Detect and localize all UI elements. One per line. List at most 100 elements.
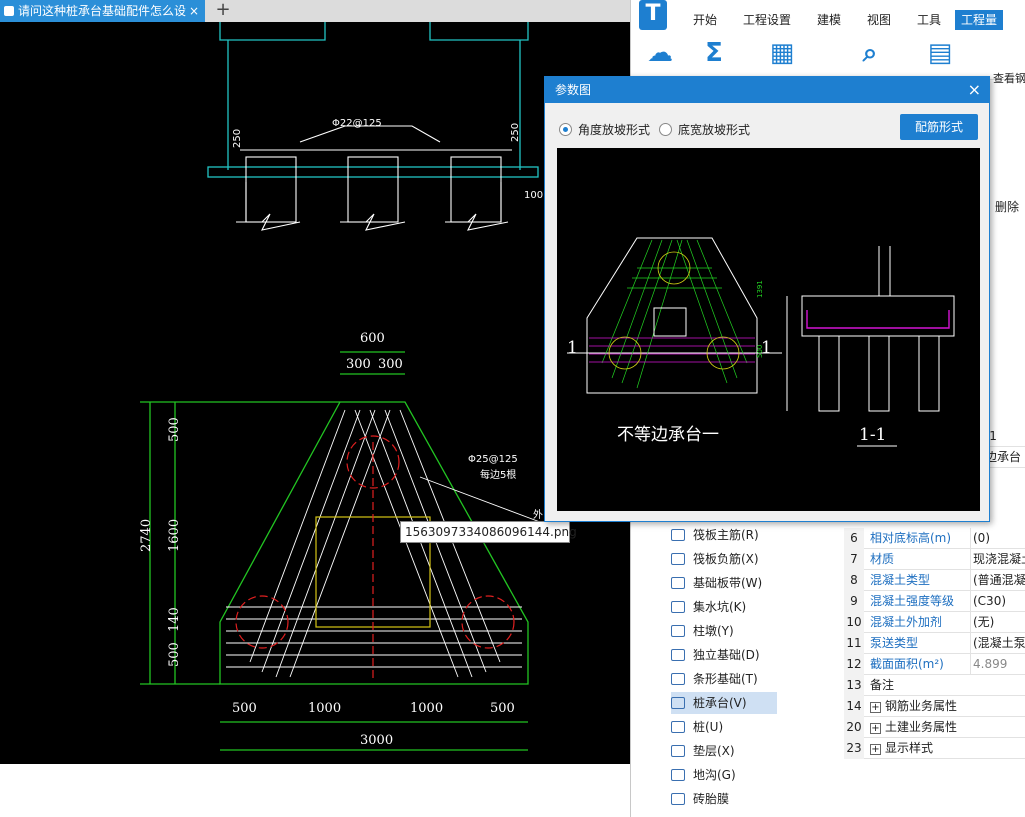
radio-width-slope[interactable]: 底宽放坡形式: [659, 121, 750, 138]
expand-icon[interactable]: +: [870, 723, 881, 734]
ribbon-tab-start[interactable]: 开始: [693, 10, 717, 30]
tree-item-raft-neg[interactable]: 筏板负筋(X): [671, 548, 759, 570]
tree-item-pile-cap[interactable]: 桩承台(V): [671, 692, 777, 714]
cad-dim-250-left: 250: [232, 129, 243, 148]
ribbon-tab-view[interactable]: 视图: [867, 10, 891, 30]
tree-item-strip[interactable]: 基础板带(W): [671, 572, 762, 594]
tree-item-label: 砖胎膜: [693, 792, 730, 806]
cushion-icon: [671, 745, 685, 757]
ribbon-tab-modeling[interactable]: 建模: [817, 10, 841, 30]
tree-item-pile[interactable]: 桩(U): [671, 716, 723, 738]
prop-name: 土建业务属性: [885, 720, 958, 734]
cad-note-rebar: Φ25@125: [468, 454, 518, 465]
new-tab-button[interactable]: +: [212, 0, 234, 22]
prop-row[interactable]: 11 泵送类型 (混凝土泵): [844, 633, 1025, 654]
prop-value[interactable]: (0): [970, 528, 1025, 549]
tab-close-icon[interactable]: ×: [187, 0, 201, 22]
cloud-calc-icon[interactable]: ☁: [643, 38, 677, 68]
prop-row[interactable]: 13 备注: [844, 675, 1025, 696]
pile-icon: [671, 721, 685, 733]
prop-row[interactable]: 6 相对底标高(m) (0): [844, 528, 1025, 549]
prop-num: 10: [844, 612, 864, 633]
prop-row[interactable]: 7 材质 现浇混凝土: [844, 549, 1025, 570]
cad-dim-left-500b: 500: [167, 642, 182, 667]
tree-item-raft-main[interactable]: 筏板主筋(R): [671, 524, 759, 546]
tree-item-label: 筏板负筋(X): [693, 552, 759, 566]
column-pier-icon: [671, 625, 685, 637]
prop-num: 14: [844, 696, 864, 717]
isolated-footing-icon: [671, 649, 685, 661]
prop-row[interactable]: 10 混凝土外加剂 (无): [844, 612, 1025, 633]
trench-icon: [671, 769, 685, 781]
browser-tab-bar: 请问这种桩承台基础配件怎么设 × +: [0, 0, 632, 22]
tree-item-label: 基础板带(W): [693, 576, 763, 590]
prop-row[interactable]: 14 + 钢筋业务属性: [844, 696, 1025, 717]
prop-row[interactable]: 8 混凝土类型 (普通混凝土: [844, 570, 1025, 591]
prop-value[interactable]: (无): [970, 612, 1025, 633]
browser-tab[interactable]: 请问这种桩承台基础配件怎么设 ×: [0, 0, 205, 22]
prop-value: 4.899: [970, 654, 1025, 675]
report-icon[interactable]: ▤: [923, 38, 957, 68]
radio-angle-slope[interactable]: 角度放坡形式: [559, 121, 650, 138]
tree-item-trench[interactable]: 地沟(G): [671, 764, 736, 786]
prop-name: 钢筋业务属性: [885, 699, 958, 713]
tree-item-strip-footing[interactable]: 条形基础(T): [671, 668, 758, 690]
tree-item-label: 独立基础(D): [693, 648, 760, 662]
tree-item-cushion[interactable]: 垫层(X): [671, 740, 735, 762]
dialog-title-bar[interactable]: 参数图 ×: [545, 77, 989, 103]
prop-num: 20: [844, 717, 864, 738]
prop-row[interactable]: 12 截面面积(m²) 4.899: [844, 654, 1025, 675]
strip-icon: [671, 577, 685, 589]
prop-name: 备注: [870, 678, 895, 692]
ribbon-tab-quantity[interactable]: 工程量: [955, 10, 1004, 30]
prop-row[interactable]: 23 + 显示样式: [844, 738, 1025, 759]
tree-item-label: 地沟(G): [693, 768, 736, 782]
expand-icon[interactable]: +: [870, 702, 881, 713]
radio-selected-icon: [559, 123, 572, 136]
tab-title: 请问这种桩承台基础配件怎么设: [18, 4, 187, 18]
prop-name: 显示样式: [885, 741, 934, 755]
raft-main-rebar-icon: [671, 529, 685, 541]
sum-icon[interactable]: Σ: [697, 38, 731, 68]
expand-icon[interactable]: +: [870, 744, 881, 755]
prop-value[interactable]: 现浇混凝土: [970, 549, 1025, 570]
radio-label: 角度放坡形式: [578, 123, 651, 137]
prop-name: 混凝土外加剂: [870, 615, 943, 629]
dialog-close-icon[interactable]: ×: [968, 77, 981, 103]
tree-item-isolated-footing[interactable]: 独立基础(D): [671, 644, 760, 666]
prop-value[interactable]: (C30): [970, 591, 1025, 612]
cad-dim-bot-3000: 3000: [360, 733, 393, 748]
cad-dim-left-1600: 1600: [167, 519, 182, 552]
tree-item-sump[interactable]: 集水坑(K): [671, 596, 746, 618]
diagram-caption-right: 1-1: [859, 425, 886, 445]
brick-mold-icon: [671, 793, 685, 805]
tree-item-label: 桩承台(V): [693, 696, 747, 710]
prop-value[interactable]: (混凝土泵): [970, 633, 1025, 654]
file-tooltip: 1563097334086096144.png: [400, 521, 577, 543]
reinforcement-button[interactable]: 配筋形式: [900, 114, 978, 140]
tree-item-brick-mold[interactable]: 砖胎膜: [671, 788, 729, 810]
table-icon[interactable]: ▦: [765, 38, 799, 68]
tree-item-label: 筏板主筋(R): [693, 528, 759, 542]
prop-num: 12: [844, 654, 864, 675]
cad-dim-left-2740: 2740: [139, 519, 154, 552]
cad-dim-bot-500b: 500: [490, 701, 515, 716]
prop-row[interactable]: 20 + 土建业务属性: [844, 717, 1025, 738]
parameter-dialog: 参数图 × 角度放坡形式 底宽放坡形式 配筋形式 1391 500 1 1 不等…: [544, 76, 990, 522]
search-report-icon[interactable]: ⌕: [853, 38, 887, 68]
cad-dim-bot-1000b: 1000: [410, 701, 443, 716]
cad-rebar-label: Φ22@125: [332, 118, 382, 129]
prop-num: 11: [844, 633, 864, 654]
tree-item-column-pier[interactable]: 柱墩(Y): [671, 620, 734, 642]
cad-dim-bot-1000a: 1000: [308, 701, 341, 716]
ribbon-tab-tools[interactable]: 工具: [917, 10, 941, 30]
prop-name: 相对底标高(m): [870, 531, 952, 545]
tree-item-label: 条形基础(T): [693, 672, 758, 686]
prop-value[interactable]: (普通混凝土: [970, 570, 1025, 591]
app-logo-icon: T: [639, 0, 667, 30]
delete-button[interactable]: 删除: [995, 198, 1019, 215]
prop-row[interactable]: 9 混凝土强度等级 (C30): [844, 591, 1025, 612]
prop-name: 混凝土类型: [870, 573, 931, 587]
ribbon-tab-project-settings[interactable]: 工程设置: [743, 10, 791, 30]
view-rebar-label[interactable]: 查看钢: [993, 70, 1025, 86]
